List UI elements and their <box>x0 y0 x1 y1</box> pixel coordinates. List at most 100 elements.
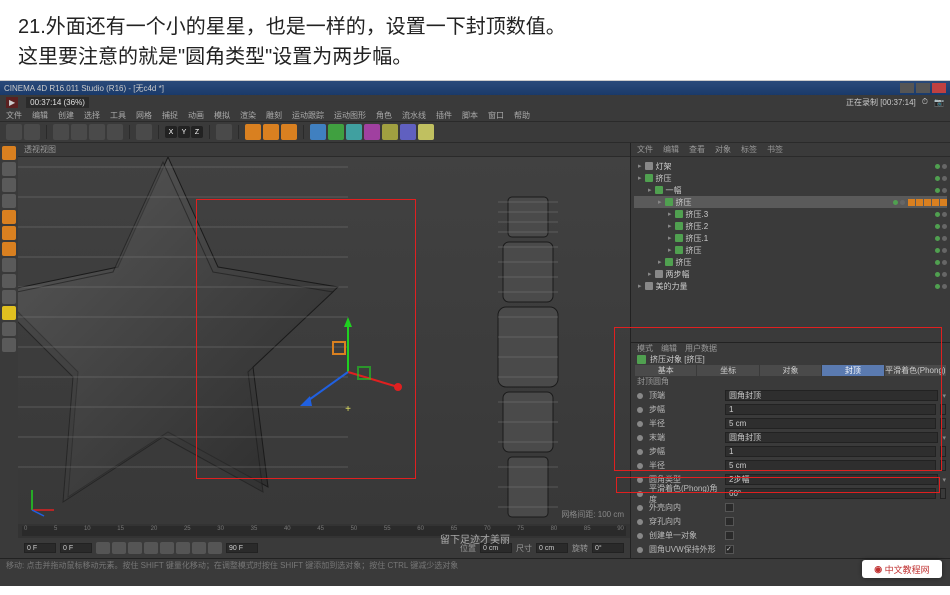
maximize-button[interactable] <box>916 83 930 93</box>
tree-row[interactable]: ▸美的力量 <box>634 280 947 292</box>
tree-row[interactable]: ▸挤压 <box>634 256 947 268</box>
close-button[interactable] <box>932 83 946 93</box>
light-button[interactable] <box>418 124 434 140</box>
number-field[interactable]: 60° <box>725 488 936 499</box>
frame-current[interactable]: 0 F <box>60 543 92 553</box>
menu-item[interactable]: 窗口 <box>488 110 504 121</box>
viewport-solo-button[interactable] <box>2 290 16 304</box>
dropdown-field[interactable]: 圆角封顶 <box>725 432 938 443</box>
go-end-button[interactable] <box>208 542 222 554</box>
generator-button[interactable] <box>346 124 362 140</box>
tree-row[interactable]: ▸两步幅 <box>634 268 947 280</box>
texture-mode-button[interactable] <box>2 178 16 192</box>
axis-mode-button[interactable] <box>2 258 16 272</box>
last-tool-button[interactable] <box>136 124 152 140</box>
menu-item[interactable]: 编辑 <box>32 110 48 121</box>
attr-tab[interactable]: 平滑着色(Phong) <box>885 365 946 376</box>
spinner[interactable] <box>940 488 946 499</box>
cube-primitive-button[interactable] <box>310 124 326 140</box>
size-x[interactable]: 0 cm <box>536 543 568 553</box>
menu-item[interactable]: 运动跟踪 <box>292 110 324 121</box>
rot-x[interactable]: 0° <box>592 543 624 553</box>
attr-tab[interactable]: 对象 <box>760 365 821 376</box>
minimize-button[interactable] <box>900 83 914 93</box>
menu-item[interactable]: 动画 <box>188 110 204 121</box>
checkbox[interactable] <box>725 545 734 554</box>
next-frame-button[interactable] <box>176 542 190 554</box>
menu-item[interactable]: 模拟 <box>214 110 230 121</box>
attr-tab[interactable]: 封顶 <box>822 365 883 376</box>
tree-row[interactable]: ▸挤压 <box>634 172 947 184</box>
tree-row[interactable]: ▸挤压.3 <box>634 208 947 220</box>
tree-row[interactable]: ▸挤压 <box>634 244 947 256</box>
checkbox[interactable] <box>725 503 734 512</box>
render-view-button[interactable] <box>245 124 261 140</box>
spinner[interactable] <box>940 460 946 471</box>
make-editable-button[interactable] <box>2 146 16 160</box>
dropdown-field[interactable]: 圆角封顶 <box>725 390 938 401</box>
tree-row[interactable]: ▸挤压 <box>634 196 947 208</box>
number-field[interactable]: 1 <box>725 404 936 415</box>
panel-tab[interactable]: 书签 <box>767 144 783 155</box>
attr-header-item[interactable]: 用户数据 <box>685 343 717 354</box>
next-key-button[interactable] <box>192 542 206 554</box>
frame-end[interactable]: 90 F <box>226 543 258 553</box>
menu-item[interactable]: 插件 <box>436 110 452 121</box>
live-select-button[interactable] <box>53 124 69 140</box>
object-tree[interactable]: ▸灯架▸挤压▸一幅▸挤压▸挤压.3▸挤压.2▸挤压.1▸挤压▸挤压▸两步幅▸美的… <box>631 157 950 342</box>
tree-row[interactable]: ▸挤压.1 <box>634 232 947 244</box>
move-button[interactable] <box>71 124 87 140</box>
menu-item[interactable]: 运动图形 <box>334 110 366 121</box>
camera-icon[interactable]: 📷 <box>934 98 944 107</box>
panel-tab[interactable]: 对象 <box>715 144 731 155</box>
prev-key-button[interactable] <box>112 542 126 554</box>
edge-mode-button[interactable] <box>2 226 16 240</box>
polygon-mode-button[interactable] <box>2 242 16 256</box>
deformer-button[interactable] <box>364 124 380 140</box>
xyz-badge[interactable]: XYZ <box>165 126 203 138</box>
spinner[interactable] <box>940 446 946 457</box>
go-start-button[interactable] <box>96 542 110 554</box>
rotate-button[interactable] <box>107 124 123 140</box>
render-region-button[interactable] <box>263 124 279 140</box>
planar-workplane-button[interactable] <box>2 338 16 352</box>
panel-tab[interactable]: 文件 <box>637 144 653 155</box>
tree-row[interactable]: ▸灯架 <box>634 160 947 172</box>
workplane-button[interactable] <box>2 194 16 208</box>
menu-item[interactable]: 角色 <box>376 110 392 121</box>
redo-button[interactable] <box>24 124 40 140</box>
undo-button[interactable] <box>6 124 22 140</box>
attr-header-item[interactable]: 模式 <box>637 343 653 354</box>
menu-item[interactable]: 流水线 <box>402 110 426 121</box>
menu-item[interactable]: 工具 <box>110 110 126 121</box>
frame-start[interactable]: 0 F <box>24 543 56 553</box>
checkbox[interactable] <box>725 531 734 540</box>
model-mode-button[interactable] <box>2 162 16 176</box>
panel-tab[interactable]: 查看 <box>689 144 705 155</box>
spline-button[interactable] <box>328 124 344 140</box>
attr-tab[interactable]: 坐标 <box>697 365 758 376</box>
number-field[interactable]: 5 cm <box>725 418 936 429</box>
render-settings-button[interactable] <box>281 124 297 140</box>
menu-item[interactable]: 创建 <box>58 110 74 121</box>
menu-item[interactable]: 文件 <box>6 110 22 121</box>
tweak-button[interactable] <box>2 274 16 288</box>
attr-tab[interactable]: 基本 <box>635 365 696 376</box>
menu-item[interactable]: 渲染 <box>240 110 256 121</box>
point-mode-button[interactable] <box>2 210 16 224</box>
viewport[interactable]: + 网格间距: 100 cm <box>18 157 630 524</box>
menu-item[interactable]: 捕捉 <box>162 110 178 121</box>
locked-workplane-button[interactable] <box>2 322 16 336</box>
tree-row[interactable]: ▸挤压.2 <box>634 220 947 232</box>
play-button[interactable] <box>160 542 174 554</box>
tree-row[interactable]: ▸一幅 <box>634 184 947 196</box>
coord-sys-button[interactable] <box>216 124 232 140</box>
timeline-scrubber[interactable]: 051015202530354045505560657075808590 <box>22 526 626 536</box>
number-field[interactable]: 5 cm <box>725 460 936 471</box>
menu-item[interactable]: 帮助 <box>514 110 530 121</box>
checkbox[interactable] <box>725 517 734 526</box>
spinner[interactable] <box>940 418 946 429</box>
prev-frame-button[interactable] <box>128 542 142 554</box>
spinner[interactable] <box>940 404 946 415</box>
panel-tab[interactable]: 标签 <box>741 144 757 155</box>
